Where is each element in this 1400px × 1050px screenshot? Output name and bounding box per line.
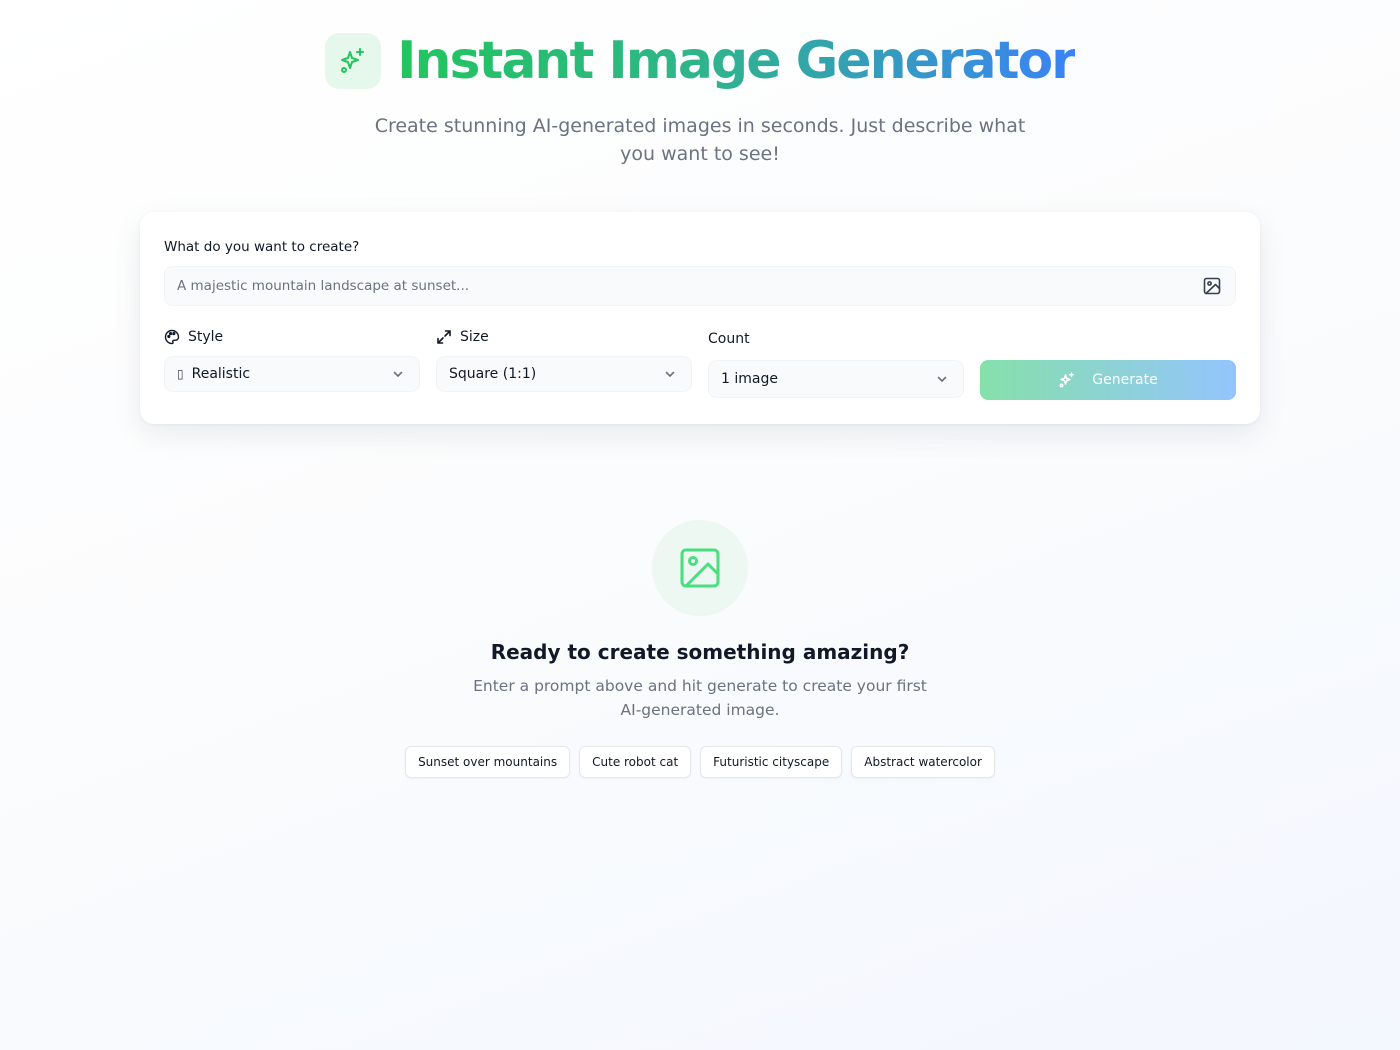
style-value-text: Realistic: [191, 366, 251, 382]
palette-icon: [164, 329, 180, 345]
generate-button-label: Generate: [1092, 372, 1158, 388]
empty-state-icon-circle: [652, 520, 748, 616]
count-select[interactable]: 1 image: [708, 360, 964, 398]
page-subtitle: Create stunning AI-generated images in s…: [374, 115, 1026, 165]
size-label: Size: [436, 329, 489, 345]
logo: [325, 33, 382, 89]
page-title: Instant Image Generator: [397, 28, 1077, 94]
chevron-down-icon: [665, 371, 675, 377]
suggestion-chips: Sunset over mountains Cute robot cat Fut…: [405, 746, 995, 778]
image-icon[interactable]: [1201, 275, 1223, 297]
image-icon: [680, 548, 720, 588]
style-select[interactable]: ▯ Realistic: [164, 356, 420, 392]
style-value: ▯ Realistic: [177, 366, 250, 382]
title-row: Instant Image Generator: [325, 28, 1077, 94]
style-label-text: Style: [188, 329, 224, 345]
page-header: Instant Image Generator Create stunning …: [0, 28, 1400, 168]
suggestion-chip[interactable]: Cute robot cat: [579, 746, 692, 778]
empty-state-description: Enter a prompt above and hit generate to…: [473, 677, 927, 719]
prompt-field[interactable]: [164, 266, 1236, 306]
sparkles-icon: [1059, 372, 1075, 388]
size-label-text: Size: [460, 329, 489, 345]
prompt-input[interactable]: [177, 278, 1201, 294]
chevron-down-icon: [937, 376, 947, 382]
style-value-glyph: ▯: [177, 367, 184, 381]
chevron-down-icon: [393, 371, 403, 377]
size-value: Square (1:1): [449, 366, 537, 382]
count-value: 1 image: [721, 371, 778, 387]
prompt-label: What do you want to create?: [164, 239, 360, 255]
sparkles-icon: [341, 48, 365, 73]
empty-state-title: Ready to create something amazing?: [490, 640, 910, 664]
empty-state: Ready to create something amazing? Enter…: [0, 520, 1400, 778]
expand-icon: [437, 330, 451, 344]
generator-form-card: What do you want to create? Style ▯ Real…: [140, 212, 1260, 424]
suggestion-chip[interactable]: Sunset over mountains: [405, 746, 571, 778]
suggestion-chip[interactable]: Abstract watercolor: [851, 746, 995, 778]
size-select[interactable]: Square (1:1): [436, 356, 692, 392]
generate-button[interactable]: Generate: [980, 360, 1236, 400]
suggestion-chip[interactable]: Futuristic cityscape: [700, 746, 843, 778]
count-label-text: Count: [708, 331, 750, 347]
style-label: Style: [164, 329, 223, 345]
count-label: Count: [708, 331, 750, 347]
